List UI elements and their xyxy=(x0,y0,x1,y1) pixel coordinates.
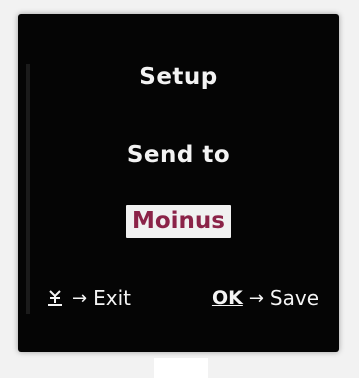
screen-edge-shadow xyxy=(26,64,30,314)
exit-label: Exit xyxy=(93,286,131,310)
exit-arrow: → xyxy=(72,287,88,309)
device-frame: Setup Send to Moinus → Exit OK → Save xyxy=(0,0,359,378)
save-control[interactable]: OK → Save xyxy=(212,286,319,310)
footer-controls: → Exit OK → Save xyxy=(44,286,319,318)
save-arrow: → xyxy=(248,287,264,309)
selected-option-row[interactable]: Moinus xyxy=(18,205,339,238)
menu-title: Setup xyxy=(139,64,218,90)
menu-subtitle: Send to xyxy=(126,142,231,168)
selected-option[interactable]: Moinus xyxy=(125,205,231,238)
ok-key-label[interactable]: OK xyxy=(212,287,243,309)
save-label: Save xyxy=(269,286,319,310)
exit-control[interactable]: → Exit xyxy=(44,286,131,310)
menu-key-icon[interactable] xyxy=(44,287,66,309)
bottom-edge-light xyxy=(154,358,208,378)
lcd-screen: Setup Send to Moinus → Exit OK → Save xyxy=(18,14,339,352)
